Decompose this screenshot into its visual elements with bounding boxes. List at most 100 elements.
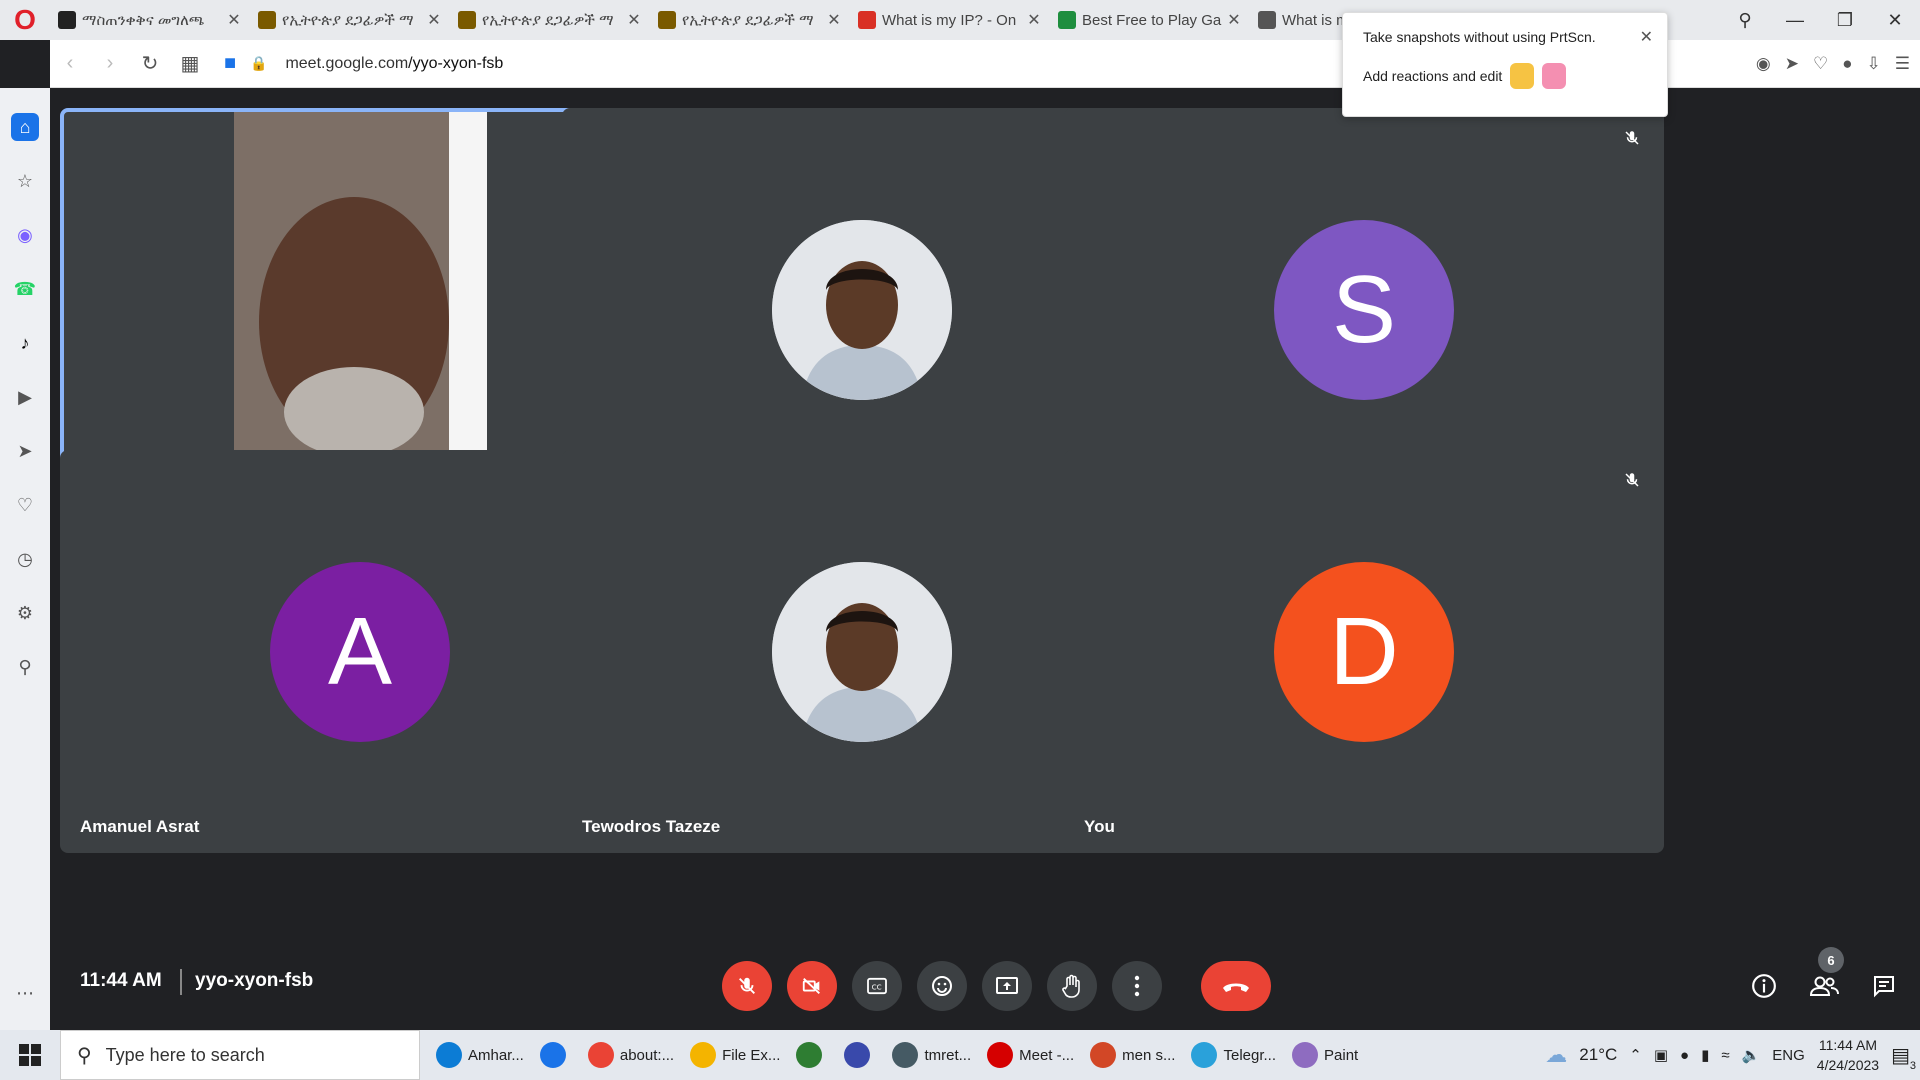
taskbar-app[interactable]: [788, 1030, 836, 1080]
emoji-cat-icon: [1542, 63, 1567, 89]
profile-icon[interactable]: ●: [1842, 54, 1852, 74]
tiktok-icon[interactable]: ♪: [11, 329, 39, 357]
info-icon: [1752, 974, 1776, 998]
settings-gear-icon[interactable]: ⚙: [11, 599, 39, 627]
taskbar-time: 11:44 AM: [1818, 1037, 1877, 1053]
home-icon[interactable]: ⌂: [11, 113, 39, 141]
browser-tab[interactable]: Best Free to Play Ga ✕: [1050, 0, 1250, 40]
tips-lightbulb-icon[interactable]: ⚲: [11, 653, 39, 681]
close-tab-icon[interactable]: ✕: [626, 10, 642, 30]
center-controls: CC: [722, 961, 1271, 1011]
close-popup-button[interactable]: ✕: [1640, 27, 1653, 47]
chat-button[interactable]: [1864, 961, 1904, 1011]
taskbar-app[interactable]: men s...: [1082, 1030, 1183, 1080]
taskbar-app[interactable]: Amhar...: [428, 1030, 532, 1080]
start-button[interactable]: [0, 1030, 60, 1080]
taskbar-app[interactable]: [532, 1030, 580, 1080]
taskbar-app-icon: [844, 1042, 871, 1068]
close-window-button[interactable]: ✕: [1870, 10, 1920, 31]
bookmarks-heart-icon[interactable]: ♡: [11, 491, 39, 519]
browser-tab[interactable]: የኢትዮጵያ ደጋፊዎች ማ ✕: [450, 0, 650, 40]
raise-hand-button[interactable]: [1047, 961, 1097, 1011]
notification-center-icon[interactable]: ▤ 3: [1891, 1043, 1916, 1072]
history-icon[interactable]: ◷: [11, 545, 39, 573]
browser-tab[interactable]: የኢትዮጵያ ደጋፊዎች ማ ✕: [250, 0, 450, 40]
taskbar-app[interactable]: [836, 1030, 884, 1080]
send-icon[interactable]: ➤: [1785, 54, 1799, 74]
taskbar-clock[interactable]: 11:44 AM 4/24/2023: [1817, 1035, 1879, 1075]
volume-icon[interactable]: 🔈: [1742, 1046, 1761, 1064]
taskbar-app[interactable]: Telegr...: [1183, 1030, 1284, 1080]
taskbar-app[interactable]: Meet -...: [979, 1030, 1082, 1080]
participant-name: Tewodros Tazeze: [582, 817, 721, 836]
meeting-info-button[interactable]: [1744, 961, 1784, 1011]
more-icon[interactable]: ⋯: [11, 979, 39, 1007]
player-icon[interactable]: ▶: [11, 383, 39, 411]
battery-icon[interactable]: ▮: [1701, 1046, 1709, 1064]
flow-icon[interactable]: ➤: [11, 437, 39, 465]
language-indicator[interactable]: ENG: [1772, 1047, 1805, 1064]
reactions-button[interactable]: [917, 961, 967, 1011]
taskbar-app-label: Amhar...: [468, 1046, 524, 1064]
participant-avatar-photo: [772, 220, 952, 400]
opera-logo-icon[interactable]: O: [0, 0, 50, 40]
taskbar-app[interactable]: Paint: [1284, 1030, 1366, 1080]
tab-favicon-icon: [458, 11, 476, 29]
taskbar-search[interactable]: ⚲ Type here to search: [60, 1030, 420, 1080]
mic-off-icon: [739, 977, 755, 994]
taskbar-app-label: tmret...: [924, 1046, 972, 1064]
heart-icon[interactable]: ♡: [1813, 54, 1828, 74]
taskbar-app-icon: [587, 1042, 614, 1068]
show-hidden-icons[interactable]: ⌃: [1629, 1046, 1642, 1064]
easy-setup-icon[interactable]: ☰: [1895, 54, 1910, 74]
tab-title: ማስጠንቀቅና መግለጫ: [82, 11, 205, 29]
close-tab-icon[interactable]: ✕: [226, 10, 242, 30]
close-tab-icon[interactable]: ✕: [826, 10, 842, 30]
minimize-button[interactable]: —: [1770, 10, 1820, 31]
whatsapp-icon[interactable]: ☎: [11, 275, 39, 303]
more-vert-icon: [1134, 975, 1140, 997]
close-tab-icon[interactable]: ✕: [1226, 10, 1242, 30]
more-options-button[interactable]: [1112, 961, 1162, 1011]
windows-logo-icon: [19, 1044, 41, 1066]
tabs-grid-icon[interactable]: ▦: [170, 51, 210, 76]
microphone-icon[interactable]: ●: [1680, 1047, 1689, 1064]
tab-favicon-icon: [858, 11, 876, 29]
emoji-icon: [932, 976, 952, 996]
device-icon[interactable]: ▣: [1654, 1046, 1668, 1064]
snapshot-tip-popup: ✕ Take snapshots without using PrtScn. A…: [1342, 12, 1668, 117]
mic-off-button[interactable]: [722, 961, 772, 1011]
participant-tile[interactable]: D You: [1064, 450, 1664, 853]
back-button[interactable]: ‹: [50, 52, 90, 75]
avatar-letter: A: [327, 598, 393, 705]
taskbar-app-icon: [1191, 1042, 1218, 1068]
camera-indicator-icon[interactable]: ■: [210, 52, 250, 75]
speed-dial-icon[interactable]: ☆: [11, 167, 39, 195]
taskbar-app[interactable]: File Ex...: [682, 1030, 788, 1080]
browser-tab[interactable]: ማስጠንቀቅና መግለጫ ✕: [50, 0, 250, 40]
meet-area: Solomon Tamrat Tewodros TazezeSSurafel A…: [50, 88, 1920, 1030]
close-tab-icon[interactable]: ✕: [1026, 10, 1042, 30]
svg-text:CC: CC: [872, 983, 882, 992]
reload-button[interactable]: ↻: [130, 51, 170, 76]
download-icon[interactable]: ⇩: [1867, 54, 1881, 74]
url-field[interactable]: meet.google.com/yyo-xyon-fsb: [285, 55, 503, 73]
messenger-icon[interactable]: ◉: [11, 221, 39, 249]
browser-tab[interactable]: What is my IP? - On ✕: [850, 0, 1050, 40]
snapshot-icon[interactable]: ◉: [1756, 54, 1771, 74]
wifi-icon[interactable]: ≈: [1721, 1047, 1729, 1064]
muted-indicator: [1618, 466, 1646, 494]
restore-button[interactable]: ❐: [1820, 10, 1870, 31]
forward-button[interactable]: ›: [90, 52, 130, 75]
camera-off-button[interactable]: [787, 961, 837, 1011]
people-button[interactable]: 6: [1804, 947, 1844, 1011]
taskbar-app[interactable]: about:...: [580, 1030, 682, 1080]
captions-button[interactable]: CC: [852, 961, 902, 1011]
close-tab-icon[interactable]: ✕: [426, 10, 442, 30]
search-tabs-icon[interactable]: ⚲: [1720, 10, 1770, 31]
present-button[interactable]: [982, 961, 1032, 1011]
browser-tab[interactable]: የኢትዮጵያ ደጋፊዎች ማ ✕: [650, 0, 850, 40]
leave-call-button[interactable]: [1201, 961, 1271, 1011]
tab-title: What is my IP? - On: [882, 11, 1017, 29]
taskbar-app[interactable]: tmret...: [884, 1030, 979, 1080]
